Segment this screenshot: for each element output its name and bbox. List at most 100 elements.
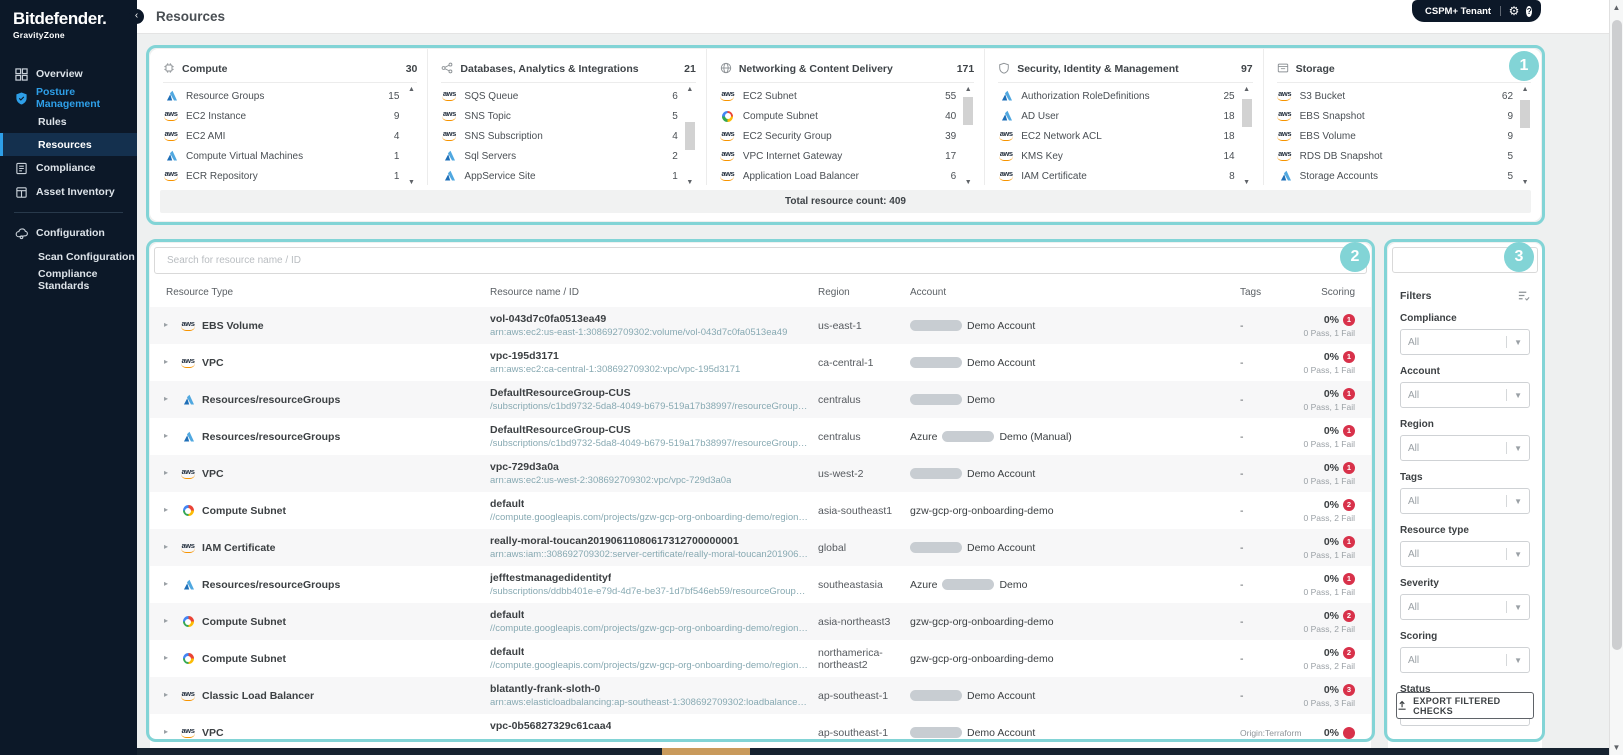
vertical-scrollbar-thumb[interactable]	[1612, 20, 1622, 650]
score-percent: 0%	[1323, 313, 1339, 326]
category-resource-item[interactable]: AppService Site 1	[441, 166, 678, 186]
category-resource-item[interactable]: aws EC2 Network ACL 18	[998, 126, 1235, 146]
tenant-switcher[interactable]: CSPM+ Tenant ⚙ ?	[1412, 0, 1541, 22]
table-row[interactable]: ▸ Resources/resourceGroups DefaultResour…	[150, 418, 1371, 455]
expand-caret-icon[interactable]: ▸	[164, 320, 168, 329]
help-icon[interactable]: ?	[1526, 5, 1532, 17]
scroll-up-icon[interactable]: ▲	[962, 86, 974, 93]
sidebar-item-compliance-standards[interactable]: Compliance Standards	[0, 268, 137, 292]
sidebar-item-compliance[interactable]: Compliance	[0, 156, 137, 180]
scroll-up-icon[interactable]: ▲	[1610, 3, 1623, 12]
scroll-down-icon[interactable]: ▼	[684, 179, 696, 186]
vertical-scrollbar[interactable]: ▲ ▼	[1609, 0, 1623, 755]
category-resource-item[interactable]: aws ECR Repository 1	[163, 166, 399, 186]
filter-select[interactable]: All ▼	[1400, 647, 1530, 673]
category-scrollbar[interactable]: ▲ ▼	[1241, 86, 1253, 186]
category-scrollbar[interactable]: ▲ ▼	[405, 86, 417, 186]
sidebar-collapse-button[interactable]: ‹	[129, 9, 144, 24]
filter-select[interactable]: All ▼	[1400, 594, 1530, 620]
category-resource-item[interactable]: aws SQS Queue 6	[441, 86, 678, 106]
scrollbar-thumb[interactable]	[1520, 100, 1531, 128]
scrollbar-thumb[interactable]	[963, 97, 974, 125]
scroll-up-icon[interactable]: ▲	[1241, 86, 1253, 93]
table-row[interactable]: ▸ Compute Subnet default //compute.googl…	[150, 492, 1371, 529]
category-resource-item[interactable]: aws EC2 Instance 9	[163, 106, 399, 126]
export-filtered-checks-button[interactable]: EXPORT FILTERED CHECKS	[1396, 692, 1534, 719]
table-row[interactable]: ▸ aws EBS Volume vol-043d7c0fa0513ea49 a…	[150, 307, 1371, 344]
scroll-up-icon[interactable]: ▲	[1519, 86, 1531, 93]
filter-list-icon[interactable]	[1517, 289, 1530, 302]
category-resource-item[interactable]: aws EC2 AMI 4	[163, 126, 399, 146]
category-resource-item[interactable]: aws EBS Snapshot 9	[1277, 106, 1513, 126]
category-resource-item[interactable]: aws SNS Topic 5	[441, 106, 678, 126]
table-row[interactable]: ▸ aws VPC vpc-729d3a0a arn:aws:ec2:us-we…	[150, 455, 1371, 492]
expand-caret-icon[interactable]: ▸	[164, 431, 168, 440]
expand-caret-icon[interactable]: ▸	[164, 690, 168, 699]
category-scrollbar[interactable]: ▲ ▼	[1519, 86, 1531, 186]
scrollbar-thumb[interactable]	[684, 122, 695, 150]
sidebar-item-scan-configuration[interactable]: Scan Configuration	[0, 245, 137, 268]
table-row[interactable]: ▸ aws VPC vpc-195d3171 arn:aws:ec2:ca-ce…	[150, 344, 1371, 381]
scroll-down-icon[interactable]: ▼	[1519, 179, 1531, 186]
scroll-down-icon[interactable]: ▼	[405, 179, 417, 186]
expand-caret-icon[interactable]: ▸	[164, 468, 168, 477]
expand-caret-icon[interactable]: ▸	[164, 616, 168, 625]
category-resource-item[interactable]: AD User 18	[998, 106, 1235, 126]
table-row[interactable]: ▸ Compute Subnet default //compute.googl…	[150, 603, 1371, 640]
scroll-up-icon[interactable]: ▲	[684, 86, 696, 93]
category-scrollbar[interactable]: ▲ ▼	[962, 86, 974, 186]
expand-caret-icon[interactable]: ▸	[164, 653, 168, 662]
category-resource-item[interactable]: aws KMS Key 14	[998, 146, 1235, 166]
sidebar-item-resources[interactable]: Resources	[0, 133, 137, 156]
category-resource-item[interactable]: aws RDS DB Snapshot 5	[1277, 146, 1513, 166]
scroll-down-icon[interactable]: ▼	[1241, 179, 1253, 186]
gear-icon[interactable]: ⚙	[1509, 5, 1520, 17]
sidebar-item-overview[interactable]: Overview	[0, 62, 137, 86]
category-resource-item[interactable]: aws S3 Bucket 62	[1277, 86, 1513, 106]
sidebar-item-configuration[interactable]: Configuration	[0, 221, 137, 245]
scroll-down-icon[interactable]: ▼	[962, 179, 974, 186]
filter-select[interactable]: All ▼	[1400, 435, 1530, 461]
category-resource-item[interactable]: aws EC2 Security Group 39	[720, 126, 956, 146]
expand-caret-icon[interactable]: ▸	[164, 357, 168, 366]
category-resource-item[interactable]: Sql Servers 2	[441, 146, 678, 166]
table-row[interactable]: ▸ aws Classic Load Balancer blatantly-fr…	[150, 677, 1371, 714]
expand-caret-icon[interactable]: ▸	[164, 505, 168, 514]
category-resource-item[interactable]: Compute Virtual Machines 1	[163, 146, 399, 166]
sidebar-item-posture-management[interactable]: Posture Management	[0, 86, 137, 110]
table-row[interactable]: ▸ aws IAM Certificate really-moral-touca…	[150, 529, 1371, 566]
sidebar-item-rules[interactable]: Rules	[0, 110, 137, 133]
table-row[interactable]: ▸ aws VPC vpc-0b56827329c61caa4 ap-south…	[150, 714, 1371, 748]
table-row[interactable]: ▸ Resources/resourceGroups jefftestmanag…	[150, 566, 1371, 603]
table-row[interactable]: ▸ Compute Subnet default //compute.googl…	[150, 640, 1371, 677]
filter-select[interactable]: All ▼	[1400, 382, 1530, 408]
account-name: Demo Account	[967, 726, 1036, 739]
expand-caret-icon[interactable]: ▸	[164, 579, 168, 588]
horizontal-scrollbar[interactable]	[137, 748, 1609, 755]
sidebar-item-asset-inventory[interactable]: Asset Inventory	[0, 180, 137, 204]
provider-icon: aws	[441, 109, 457, 123]
category-resource-item[interactable]: aws EBS Volume 9	[1277, 126, 1513, 146]
category-resource-item[interactable]: aws SNS Subscription 4	[441, 126, 678, 146]
category-resource-item[interactable]: Compute Subnet 40	[720, 106, 956, 126]
category-resource-item[interactable]: aws EC2 Subnet 55	[720, 86, 956, 106]
expand-caret-icon[interactable]: ▸	[164, 394, 168, 403]
filter-select[interactable]: All ▼	[1400, 329, 1530, 355]
category-resource-item[interactable]: Resource Groups 15	[163, 86, 399, 106]
category-resource-item[interactable]: Storage Accounts 5	[1277, 166, 1513, 186]
filter-select[interactable]: All ▼	[1400, 541, 1530, 567]
scroll-up-icon[interactable]: ▲	[405, 86, 417, 93]
category-resource-item[interactable]: aws Application Load Balancer 6	[720, 166, 956, 186]
category-resource-item[interactable]: aws VPC Internet Gateway 17	[720, 146, 956, 166]
category-resource-item[interactable]: aws IAM Certificate 8	[998, 166, 1235, 186]
category-scrollbar[interactable]: ▲ ▼	[684, 86, 696, 186]
table-row[interactable]: ▸ Resources/resourceGroups DefaultResour…	[150, 381, 1371, 418]
filter-select[interactable]: All ▼	[1400, 488, 1530, 514]
scroll-down-icon[interactable]: ▼	[1610, 743, 1623, 752]
expand-caret-icon[interactable]: ▸	[164, 727, 168, 736]
horizontal-scrollbar-thumb[interactable]	[662, 748, 750, 755]
scrollbar-thumb[interactable]	[1241, 99, 1252, 127]
search-input[interactable]	[165, 254, 1322, 267]
category-resource-item[interactable]: Authorization RoleDefinitions 25	[998, 86, 1235, 106]
expand-caret-icon[interactable]: ▸	[164, 542, 168, 551]
